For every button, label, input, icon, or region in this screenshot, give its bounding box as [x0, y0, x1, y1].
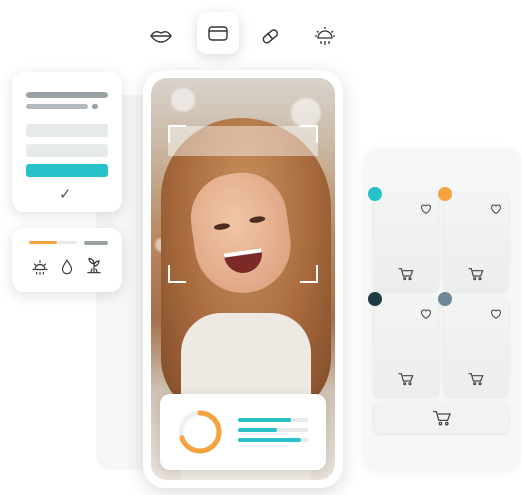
cart-icon[interactable] — [398, 372, 414, 386]
heart-icon[interactable] — [490, 308, 502, 320]
color-swatch — [368, 292, 382, 306]
cart-icon[interactable] — [398, 267, 414, 281]
lips-icon — [150, 31, 172, 43]
tool-bar — [140, 12, 350, 62]
sun-rain-icon — [315, 27, 335, 45]
color-swatch — [438, 292, 452, 306]
product-card[interactable] — [368, 187, 438, 291]
progress-ring — [178, 410, 222, 454]
product-card[interactable] — [438, 292, 508, 396]
pill-icon — [262, 29, 278, 44]
lips-button[interactable] — [143, 18, 179, 54]
cart-button[interactable] — [374, 403, 508, 433]
checklist-submit-button[interactable] — [26, 164, 108, 177]
heart-icon[interactable] — [420, 308, 432, 320]
checklist-card: ✓ — [12, 72, 122, 212]
checklist-subtitle-bar — [26, 104, 88, 109]
check-icon: ✓ — [59, 186, 72, 203]
sun-icon[interactable] — [30, 257, 50, 277]
cart-icon[interactable] — [468, 372, 484, 386]
conditions-card — [12, 228, 122, 292]
cart-icon — [433, 410, 451, 426]
product-card[interactable] — [438, 187, 508, 291]
checklist-subtitle-dot — [92, 104, 98, 109]
folder-icon — [208, 26, 228, 41]
cart-icon[interactable] — [468, 267, 484, 281]
color-swatch — [438, 187, 452, 201]
metric-bar-fill — [238, 418, 291, 422]
color-swatch — [368, 187, 382, 201]
metric-bar-fill — [238, 438, 301, 442]
heart-icon[interactable] — [420, 203, 432, 215]
sun-rain-button[interactable] — [307, 18, 343, 54]
checklist-field-2[interactable] — [26, 144, 108, 157]
conditions-secondary-bar — [84, 241, 108, 245]
conditions-track-bar — [57, 241, 77, 244]
metric-bar-fill — [238, 428, 277, 432]
checklist-field-1[interactable] — [26, 124, 108, 137]
product-card[interactable] — [368, 292, 438, 396]
conditions-active-bar — [29, 241, 57, 244]
plant-icon[interactable] — [84, 256, 104, 276]
analysis-card — [160, 394, 326, 470]
drop-icon[interactable] — [58, 258, 76, 276]
checklist-title-bar — [26, 92, 108, 98]
pill-button[interactable] — [252, 18, 288, 54]
folder-button[interactable] — [197, 12, 239, 54]
heart-icon[interactable] — [490, 203, 502, 215]
face-scan-frame — [168, 125, 318, 283]
